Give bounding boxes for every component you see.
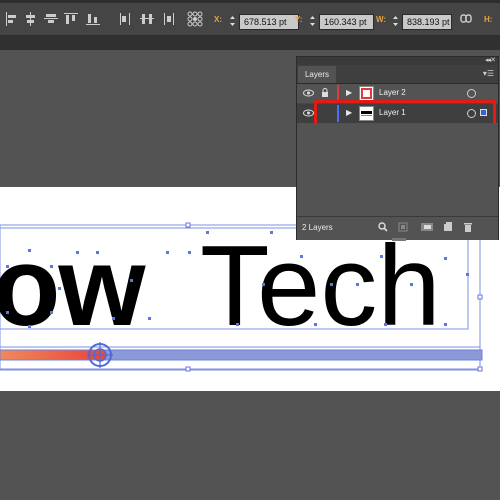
tab-layers[interactable]: Layers: [298, 66, 336, 83]
y-label: Y:: [295, 15, 303, 24]
w-spinner-icon[interactable]: [392, 15, 399, 27]
target-circle-icon[interactable]: [467, 89, 476, 98]
y-spinner-icon[interactable]: [309, 15, 316, 27]
layers-panel: ◂◂ ✕ Layers ▾☰ ▶ Layer 2 ▶ Layer 1 2 Lay…: [296, 56, 499, 241]
clipping-mask-icon[interactable]: [398, 222, 408, 232]
layer-thumbnail: [359, 86, 374, 101]
annotation-highlight-box: [314, 100, 496, 127]
x-label: X:: [214, 15, 222, 24]
tab-bar-strip: [0, 36, 500, 50]
artwork-text-regular: Tech: [200, 223, 441, 350]
panel-titlebar[interactable]: ◂◂ ✕: [297, 57, 498, 65]
expand-arrow-icon[interactable]: ▶: [346, 88, 352, 97]
trash-icon[interactable]: [463, 222, 473, 232]
close-icon[interactable]: ✕: [490, 56, 496, 64]
layers-count: 2 Layers: [302, 223, 333, 232]
lock-icon[interactable]: [321, 88, 329, 98]
new-layer-icon[interactable]: [443, 222, 453, 232]
distribute-left-icon[interactable]: [118, 11, 134, 27]
panel-menu-icon[interactable]: ▾☰: [483, 69, 494, 78]
w-label: W:: [376, 15, 387, 24]
panel-resize-grip[interactable]: [392, 238, 406, 241]
align-vcenter-icon[interactable]: [43, 11, 59, 27]
panel-footer: 2 Layers: [297, 216, 498, 240]
layers-list-empty-area: [297, 124, 498, 216]
transform-grid-icon[interactable]: [187, 11, 203, 27]
align-left-icon[interactable]: [5, 11, 19, 27]
align-center-icon[interactable]: [23, 11, 37, 27]
height-label-icon: H:: [482, 11, 500, 27]
locate-object-icon[interactable]: [378, 222, 388, 232]
x-field[interactable]: 678.513 pt: [239, 14, 299, 30]
svg-text:H:: H:: [484, 15, 492, 24]
w-field[interactable]: 838.193 pt: [402, 14, 452, 30]
distribute-right-icon[interactable]: [160, 11, 176, 27]
align-top-icon[interactable]: [63, 11, 79, 27]
new-sublayer-icon[interactable]: [419, 222, 435, 232]
constrain-link-icon[interactable]: [459, 11, 473, 27]
layer-name[interactable]: Layer 2: [379, 88, 406, 97]
distribute-center-icon[interactable]: [139, 11, 155, 27]
visibility-eye-icon[interactable]: [303, 89, 314, 97]
visibility-eye-icon[interactable]: [303, 109, 314, 117]
control-toolbar: X: 678.513 pt Y: 160.343 pt W: 838.193 p…: [0, 3, 500, 36]
align-bottom-icon[interactable]: [85, 11, 101, 27]
y-field[interactable]: 160.343 pt: [319, 14, 374, 30]
panel-tab-bar: Layers ▾☰: [297, 65, 498, 84]
artwork-text-bold: ow: [0, 224, 146, 349]
x-spinner-icon[interactable]: [229, 15, 236, 27]
